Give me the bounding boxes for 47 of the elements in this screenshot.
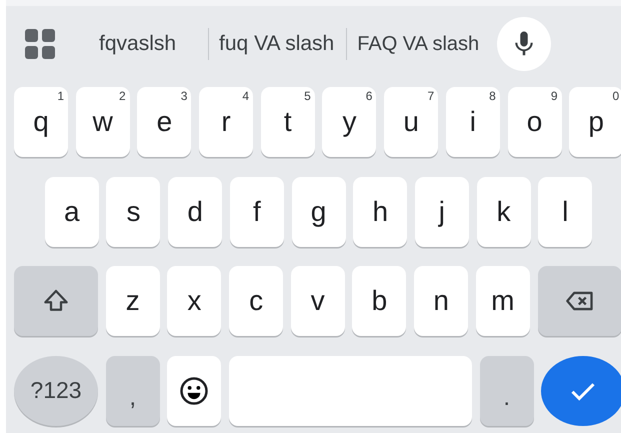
letter-key[interactable]: j <box>414 176 469 246</box>
letter-key[interactable]: l <box>538 176 592 246</box>
punctuation-key[interactable]: , <box>106 356 160 426</box>
letter-key[interactable]: s <box>106 176 160 246</box>
suggestion[interactable]: FAQ VA slash <box>357 32 480 56</box>
letter-key[interactable]: i 8 <box>446 87 500 157</box>
letter-key[interactable]: y 6 <box>322 87 376 157</box>
letter-key[interactable]: q 1 <box>14 87 68 157</box>
digit-hint: 7 <box>427 89 434 103</box>
digit-hint: 9 <box>550 89 558 103</box>
letter-key[interactable]: o 9 <box>508 87 562 157</box>
letter-key[interactable]: e 3 <box>137 87 192 157</box>
letter-key[interactable]: a <box>44 176 99 246</box>
letter-key[interactable]: b <box>352 266 406 336</box>
digit-hint: 0 <box>612 89 620 103</box>
digit-hint: 4 <box>242 89 250 103</box>
digit-hint: 3 <box>180 89 188 103</box>
letter-key[interactable]: r 4 <box>199 87 254 157</box>
letter-key[interactable]: d <box>168 176 222 246</box>
letter-key[interactable]: p 0 <box>569 87 621 157</box>
digit-hint: 6 <box>366 89 372 103</box>
letter-key[interactable]: m <box>476 266 530 336</box>
letter-key[interactable]: f <box>230 176 284 246</box>
digit-hint: 8 <box>489 89 496 103</box>
smiley-icon <box>179 376 210 406</box>
letter-key[interactable]: c <box>229 266 284 336</box>
letter-key[interactable]: g <box>292 176 346 246</box>
digit-hint: 1 <box>57 89 64 103</box>
letter-key[interactable]: z <box>106 266 160 336</box>
apps-grid-icon[interactable] <box>25 29 55 59</box>
letter-key[interactable]: h <box>353 176 408 246</box>
letter-key[interactable]: k <box>476 176 531 246</box>
suggestion[interactable]: fuq VA slash <box>219 32 334 56</box>
letter-key[interactable]: t 5 <box>260 87 315 157</box>
letter-key[interactable]: n <box>414 266 468 336</box>
suggestion[interactable]: fqvaslsh <box>99 32 176 56</box>
letter-key[interactable]: x <box>167 266 222 336</box>
emoji-key[interactable] <box>167 356 222 426</box>
letter-key[interactable]: u 7 <box>384 87 438 157</box>
shift-key[interactable] <box>14 266 98 336</box>
digit-hint: 2 <box>119 89 126 103</box>
digit-hint: 5 <box>304 89 311 103</box>
letter-key[interactable]: w 2 <box>76 87 130 157</box>
symbols-key[interactable]: ?123 <box>14 356 98 426</box>
letter-key[interactable]: v <box>290 266 345 336</box>
backspace-key[interactable] <box>538 266 621 336</box>
punctuation-key[interactable]: . <box>480 356 534 426</box>
